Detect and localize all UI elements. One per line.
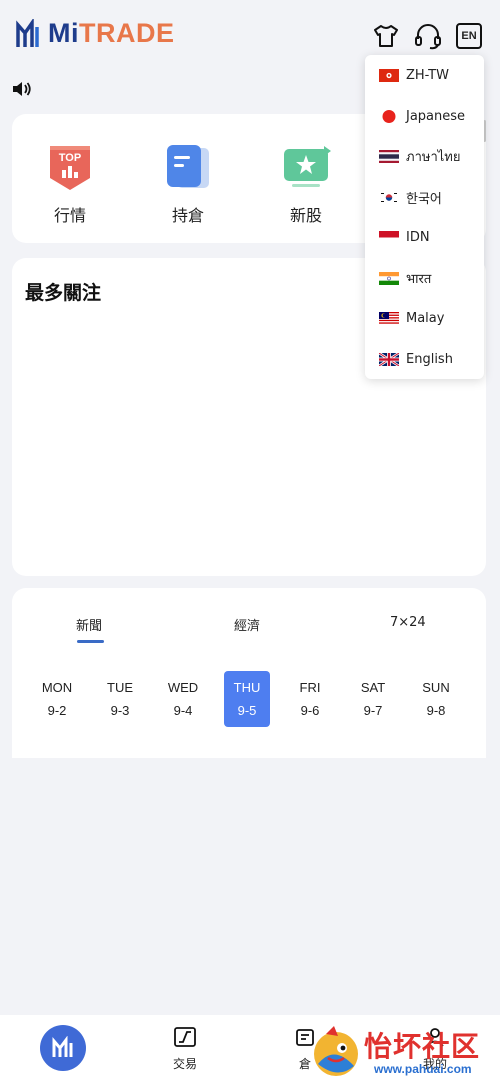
day-monday[interactable]: MON 9-2 (34, 671, 80, 727)
mitrade-logo-icon (16, 18, 39, 47)
day-date: 9-2 (47, 703, 67, 718)
menu-item-ipo[interactable]: 新股 (271, 142, 341, 226)
lang-option-label: भारत (406, 272, 432, 287)
mitrade-home-icon (52, 1036, 73, 1057)
day-of-week: MON (41, 680, 73, 695)
india-flag-icon (379, 271, 399, 285)
day-of-week: WED (167, 680, 199, 695)
day-thursday[interactable]: THU 9-5 (224, 671, 270, 727)
language-button[interactable]: EN (456, 23, 482, 49)
day-date: 9-5 (237, 703, 257, 718)
watermark-url: www.pahuai.com (374, 1062, 472, 1076)
korea-flag-icon (379, 190, 399, 204)
day-wednesday[interactable]: WED 9-4 (160, 671, 206, 727)
day-date: 9-3 (110, 703, 130, 718)
lang-option-malay[interactable]: Malay (379, 308, 444, 328)
lang-option-japanese[interactable]: Japanese (379, 106, 465, 126)
trade-chart-icon (174, 1027, 196, 1047)
lang-option-english[interactable]: English (379, 349, 453, 369)
logo-mi: Mi (48, 18, 79, 48)
indonesia-flag-icon (379, 230, 399, 244)
watchlist-title: 最多關注 (25, 282, 102, 304)
lang-option-thai[interactable]: ภาษาไทย (379, 146, 460, 166)
day-saturday[interactable]: SAT 9-7 (350, 671, 396, 727)
lang-option-indonesian[interactable]: IDN (379, 227, 430, 247)
thailand-flag-icon (379, 149, 399, 163)
menu-label-positions: 持倉 (171, 206, 204, 225)
lang-option-label: IDN (406, 229, 430, 245)
menu-item-market[interactable]: TOP 行情 (35, 142, 105, 226)
nav-home[interactable] (40, 1025, 86, 1071)
tab-7x24[interactable]: 7×24 (390, 615, 426, 630)
tshirt-icon[interactable] (372, 22, 400, 50)
day-date: 9-8 (426, 703, 446, 718)
watermark-text: 怡坏社区 (364, 1030, 481, 1063)
speaker-icon[interactable] (12, 80, 32, 98)
lang-option-hindi[interactable]: भारत (379, 268, 431, 288)
top-badge-text: TOP (59, 152, 81, 164)
star-screen-icon (281, 142, 331, 192)
day-date: 9-6 (300, 703, 320, 718)
lang-option-label: Japanese (406, 108, 466, 124)
day-of-week: FRI (299, 680, 321, 695)
lang-option-label: Malay (406, 310, 445, 326)
tab-news[interactable]: 新聞 (76, 615, 102, 634)
lang-option-label: 한국어 (406, 191, 442, 207)
day-of-week: TUE (107, 680, 133, 695)
headset-icon[interactable] (414, 22, 442, 50)
lang-option-label: English (406, 351, 453, 367)
day-date: 9-7 (363, 703, 383, 718)
logo-wordmark: MiTRADE (48, 18, 175, 49)
mitrade-logo: MiTRADE (16, 18, 175, 49)
menu-label-ipo: 新股 (289, 206, 322, 225)
logo-trade: TRADE (79, 18, 175, 48)
day-date: 9-4 (173, 703, 193, 718)
active-tab-indicator (77, 640, 104, 643)
day-friday[interactable]: FRI 9-6 (287, 671, 333, 727)
japan-flag-icon (379, 109, 399, 123)
lang-option-label: ZH-TW (406, 67, 449, 83)
hong-kong-flag-icon (379, 68, 399, 82)
day-of-week: THU (233, 680, 261, 695)
day-of-week: SAT (360, 680, 386, 695)
malaysia-flag-icon (379, 311, 399, 325)
top-badge-icon: TOP (45, 142, 95, 192)
watermark-mascot-icon (314, 1026, 358, 1076)
day-sunday[interactable]: SUN 9-8 (413, 671, 459, 727)
lang-option-zh-tw[interactable]: ZH-TW (379, 65, 449, 85)
watermark: 怡坏社区 www.pahuai.com (300, 1024, 500, 1080)
document-icon (163, 142, 213, 192)
day-of-week: SUN (422, 680, 450, 695)
menu-item-positions[interactable]: 持倉 (153, 142, 223, 226)
uk-flag-icon (379, 352, 399, 366)
language-dropdown: ZH-TW Japanese ภาษาไทย 한국어 IDN भारत Mala… (365, 55, 484, 379)
day-tuesday[interactable]: TUE 9-3 (97, 671, 143, 727)
tab-economy[interactable]: 經濟 (234, 615, 260, 634)
header-actions: EN (372, 22, 482, 50)
nav-trade[interactable]: 交易 (155, 1027, 215, 1072)
lang-option-korean[interactable]: 한국어 (379, 187, 442, 207)
menu-label-market: 行情 (53, 206, 86, 225)
nav-label: 交易 (172, 1057, 197, 1071)
lang-option-label: ภาษาไทย (406, 149, 461, 165)
news-card: 新聞 經濟 7×24 MON 9-2 TUE 9-3 WED 9-4 THU 9… (12, 588, 486, 758)
